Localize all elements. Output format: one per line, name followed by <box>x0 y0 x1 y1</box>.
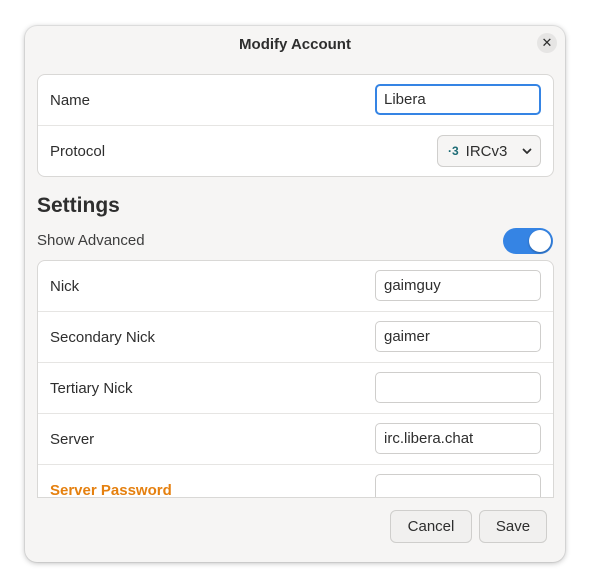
modify-account-dialog: Modify Account ✕ Name Protocol ·3 IRCv3 … <box>25 26 565 562</box>
server-label: Server <box>50 430 95 448</box>
account-card: Name Protocol ·3 IRCv3 <box>37 74 554 177</box>
dialog-title: Modify Account <box>239 35 351 53</box>
server-field[interactable] <box>375 423 541 454</box>
tertiary-nick-field[interactable] <box>375 372 541 403</box>
protocol-row: Protocol ·3 IRCv3 <box>38 126 553 176</box>
server-row: Server <box>38 414 553 465</box>
secondary-nick-field[interactable] <box>375 321 541 352</box>
settings-card: Nick Secondary Nick Tertiary Nick Server… <box>37 260 554 498</box>
nick-row: Nick <box>38 261 553 312</box>
secondary-nick-label: Secondary Nick <box>50 328 156 346</box>
secondary-nick-row: Secondary Nick <box>38 312 553 363</box>
name-row: Name <box>38 75 553 126</box>
close-icon: ✕ <box>541 35 553 50</box>
server-password-field[interactable] <box>375 474 541 497</box>
save-button[interactable]: Save <box>479 510 547 543</box>
protocol-label: Protocol <box>50 142 106 160</box>
server-password-row: Server Password <box>38 465 553 498</box>
nick-field[interactable] <box>375 270 541 301</box>
switch-knob <box>529 230 551 252</box>
tertiary-nick-label: Tertiary Nick <box>50 379 133 397</box>
show-advanced-label: Show Advanced <box>37 232 145 249</box>
title-bar: Modify Account ✕ <box>25 26 565 62</box>
protocol-value: IRCv3 <box>465 142 508 160</box>
tertiary-nick-row: Tertiary Nick <box>38 363 553 414</box>
close-button[interactable]: ✕ <box>537 33 557 53</box>
name-label: Name <box>50 91 91 109</box>
server-password-label: Server Password <box>50 481 172 498</box>
chevron-down-icon <box>522 148 532 154</box>
name-field[interactable] <box>375 84 541 115</box>
protocol-dropdown[interactable]: ·3 IRCv3 <box>437 135 541 167</box>
cancel-button[interactable]: Cancel <box>390 510 472 543</box>
settings-heading: Settings <box>37 194 120 217</box>
ircv3-icon: ·3 <box>448 144 459 158</box>
nick-label: Nick <box>50 277 80 295</box>
show-advanced-switch[interactable] <box>503 228 553 254</box>
